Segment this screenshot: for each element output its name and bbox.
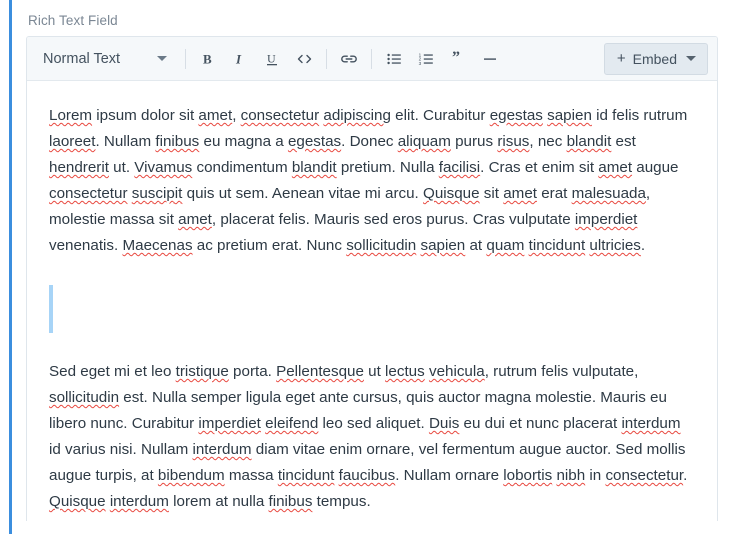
italic-button[interactable]: I — [225, 44, 255, 74]
italic-icon: I — [232, 51, 248, 67]
bold-button[interactable]: B — [193, 44, 223, 74]
embed-button[interactable]: + Embed — [603, 42, 708, 75]
underline-icon: U — [264, 51, 280, 67]
horizontal-rule-button[interactable] — [475, 44, 505, 74]
numbered-list-icon: 1 2 3 — [418, 51, 435, 67]
numbered-list-button[interactable]: 1 2 3 — [411, 44, 441, 74]
empty-blockquote[interactable] — [49, 285, 695, 333]
toolbar-divider — [185, 48, 186, 69]
code-button[interactable] — [289, 44, 319, 74]
plus-icon: + — [616, 50, 626, 67]
code-icon — [296, 51, 313, 67]
svg-text:”: ” — [452, 51, 460, 66]
svg-text:3: 3 — [418, 60, 421, 65]
embed-button-label: Embed — [632, 50, 677, 67]
paragraph-1[interactable]: Lorem ipsum dolor sit amet, consectetur … — [49, 103, 695, 259]
underline-button[interactable]: U — [257, 44, 287, 74]
bold-icon: B — [200, 51, 216, 67]
horizontal-rule-icon — [482, 51, 498, 67]
svg-text:I: I — [235, 51, 242, 66]
quote-icon: ” — [450, 51, 466, 67]
rich-text-field-screen: Rich Text Field Normal Text B I U 1 2 3 … — [0, 0, 741, 534]
bulleted-list-button[interactable] — [379, 44, 409, 74]
chevron-down-icon — [686, 56, 696, 61]
editor-toolbar: Normal Text B I U 1 2 3 ” + Embed — [27, 37, 717, 81]
text-style-select-value: Normal Text — [43, 50, 121, 67]
toolbar-divider — [371, 48, 372, 69]
svg-text:U: U — [267, 51, 276, 65]
bulleted-list-icon — [386, 51, 403, 67]
link-icon — [340, 51, 358, 67]
text-style-select[interactable]: Normal Text — [27, 37, 179, 81]
svg-text:B: B — [203, 51, 212, 66]
rich-text-field: Rich Text Field Normal Text B I U 1 2 3 … — [26, 0, 718, 521]
blockquote-button[interactable]: ” — [443, 44, 473, 74]
chevron-down-icon — [157, 56, 167, 61]
editor-content-area[interactable]: Lorem ipsum dolor sit amet, consectetur … — [27, 81, 717, 521]
paragraph-2[interactable]: Sed eget mi et leo tristique porta. Pell… — [49, 359, 695, 515]
link-button[interactable] — [334, 44, 364, 74]
page-title: Rich Text Field — [28, 13, 118, 28]
field-focus-indicator — [9, 0, 12, 534]
toolbar-divider — [326, 48, 327, 69]
rich-text-editor: Normal Text B I U 1 2 3 ” + Embed Lorem … — [26, 36, 718, 521]
